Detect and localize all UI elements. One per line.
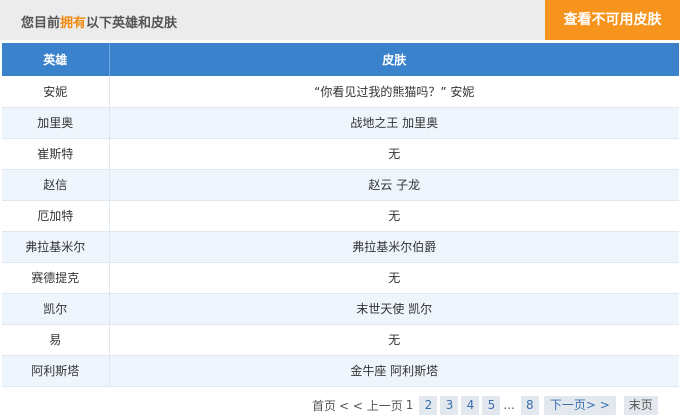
next-page-button[interactable]: 下一页> > bbox=[543, 395, 616, 415]
column-header-hero: 英雄 bbox=[2, 43, 110, 76]
table-row: 赛德提克无 bbox=[2, 262, 679, 294]
skin-cell: 无 bbox=[109, 262, 679, 294]
title-prefix: 您目前 bbox=[21, 16, 61, 31]
table-row: 阿利斯塔 金牛座 阿利斯塔 bbox=[2, 355, 679, 387]
hero-cell: 赛德提克 bbox=[2, 262, 110, 294]
skin-cell: 无 bbox=[109, 200, 679, 232]
skin-cell: 战地之王 加里奥 bbox=[109, 107, 679, 139]
hero-cell: 加里奥 bbox=[2, 107, 110, 139]
skin-cell: “你看见过我的熊猫吗？” 安妮 bbox=[109, 76, 679, 108]
table-row: 赵信 赵云 子龙 bbox=[2, 169, 679, 201]
title-highlight: 拥有 bbox=[60, 16, 87, 31]
hero-cell: 弗拉基米尔 bbox=[2, 231, 110, 263]
hero-cell: 阿利斯塔 bbox=[2, 355, 110, 387]
skin-cell: 末世天使 凯尔 bbox=[109, 293, 679, 325]
pagination: 首页 < < 上一页 1 2 3 4 5 ... 8 下一页> > 末页 bbox=[312, 395, 658, 415]
skin-cell: 无 bbox=[109, 138, 679, 170]
page-3-button[interactable]: 3 bbox=[440, 395, 459, 415]
hero-cell: 安妮 bbox=[2, 76, 110, 108]
page-title: 您目前拥有以下英雄和皮肤 bbox=[21, 12, 177, 31]
column-header-skin: 皮肤 bbox=[109, 43, 679, 76]
page-2-button[interactable]: 2 bbox=[419, 395, 438, 415]
table-row: 厄加特无 bbox=[2, 200, 679, 232]
table-row: 安妮 “你看见过我的熊猫吗？” 安妮 bbox=[2, 76, 679, 108]
skin-cell: 赵云 子龙 bbox=[109, 169, 679, 201]
hero-cell: 赵信 bbox=[2, 169, 110, 201]
page-5-button[interactable]: 5 bbox=[482, 395, 501, 415]
current-page-number: 1 bbox=[405, 398, 414, 412]
last-page-button[interactable]: 末页 bbox=[623, 395, 658, 415]
hero-cell: 崔斯特 bbox=[2, 138, 110, 170]
skin-cell: 金牛座 阿利斯塔 bbox=[109, 355, 679, 387]
table-header-row: 英雄 皮肤 bbox=[2, 43, 679, 76]
skin-cell: 弗拉基米尔伯爵 bbox=[109, 231, 679, 263]
skin-cell: 无 bbox=[109, 324, 679, 356]
pagination-ellipsis: ... bbox=[503, 398, 515, 412]
table-row: 易无 bbox=[2, 324, 679, 356]
view-unavailable-skins-button[interactable]: 查看不可用皮肤 bbox=[545, 0, 680, 40]
hero-cell: 凯尔 bbox=[2, 293, 110, 325]
hero-cell: 易 bbox=[2, 324, 110, 356]
hero-cell: 厄加特 bbox=[2, 200, 110, 232]
page-4-button[interactable]: 4 bbox=[461, 395, 480, 415]
title-suffix: 以下英雄和皮肤 bbox=[86, 16, 178, 31]
table-row: 崔斯特无 bbox=[2, 138, 679, 170]
page-8-button[interactable]: 8 bbox=[520, 395, 539, 415]
table-row: 加里奥 战地之王 加里奥 bbox=[2, 107, 679, 139]
table-row: 凯尔 末世天使 凯尔 bbox=[2, 293, 679, 325]
top-bar: 您目前拥有以下英雄和皮肤 查看不可用皮肤 bbox=[0, 0, 680, 40]
heroes-skins-table: 英雄 皮肤 安妮 “你看见过我的熊猫吗？” 安妮 加里奥 战地之王 加里奥 崔斯特无… bbox=[2, 43, 679, 387]
prev-page-link[interactable]: < < 上一页 bbox=[339, 397, 403, 414]
table-row: 弗拉基米尔 弗拉基米尔伯爵 bbox=[2, 231, 679, 263]
first-page-link[interactable]: 首页 bbox=[312, 397, 336, 414]
